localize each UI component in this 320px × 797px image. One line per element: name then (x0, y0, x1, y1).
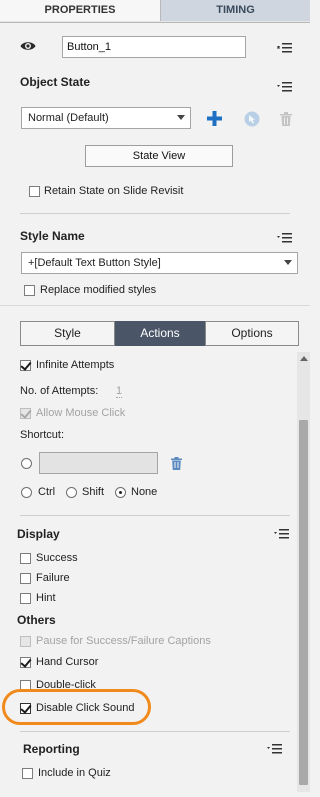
style-name-dropdown[interactable]: +[Default Text Button Style] (21, 252, 298, 274)
include-in-quiz-checkbox[interactable] (22, 768, 33, 779)
none-radio[interactable] (115, 487, 126, 498)
none-label: None (131, 486, 158, 498)
object-name-input[interactable]: Button_1 (62, 36, 246, 58)
style-name-value: +[Default Text Button Style] (28, 257, 161, 269)
hand-cursor-checkbox[interactable] (20, 657, 31, 668)
shift-label: Shift (82, 486, 105, 498)
shortcut-label: Shortcut: (20, 429, 65, 441)
retain-state-label: Retain State on Slide Revisit (44, 185, 184, 197)
segment-actions[interactable]: Actions (115, 321, 205, 346)
hand-cursor-label: Hand Cursor (36, 656, 99, 668)
failure-checkbox[interactable] (20, 573, 31, 584)
shift-radio[interactable] (66, 487, 77, 498)
pause-captions-checkbox (20, 636, 31, 647)
divider (0, 305, 310, 306)
add-state-icon[interactable] (207, 111, 222, 126)
menu-lines-icon[interactable] (277, 42, 293, 54)
replace-styles-label: Replace modified styles (40, 284, 157, 296)
allow-mouse-click-checkbox (20, 408, 31, 419)
style-name-title: Style Name (20, 229, 85, 243)
tab-properties[interactable]: PROPERTIES (0, 0, 161, 21)
others-title: Others (17, 613, 56, 627)
ctrl-label: Ctrl (38, 486, 56, 498)
success-label: Success (36, 552, 78, 564)
hint-checkbox[interactable] (20, 593, 31, 604)
shortcut-input[interactable] (39, 452, 158, 474)
infinite-attempts-checkbox[interactable] (20, 360, 31, 371)
display-title: Display (17, 527, 60, 541)
trash-icon[interactable] (280, 112, 292, 126)
menu-lines-icon[interactable] (267, 743, 283, 755)
chevron-down-icon (284, 260, 292, 265)
include-in-quiz-label: Include in Quiz (38, 767, 111, 779)
attempts-value[interactable]: 1 (116, 385, 123, 398)
state-view-button[interactable]: State View (85, 145, 233, 167)
failure-label: Failure (36, 572, 70, 584)
success-checkbox[interactable] (20, 553, 31, 564)
object-state-value: Normal (Default) (28, 112, 109, 124)
segment-style[interactable]: Style (20, 321, 115, 346)
infinite-attempts-label: Infinite Attempts (36, 359, 115, 371)
attempts-label: No. of Attempts: (20, 385, 99, 397)
edit-state-icon[interactable] (244, 111, 260, 127)
ctrl-radio[interactable] (21, 487, 32, 498)
object-state-dropdown[interactable]: Normal (Default) (21, 107, 191, 129)
trash-icon[interactable] (171, 457, 182, 470)
menu-lines-icon[interactable] (274, 528, 290, 540)
tab-timing[interactable]: TIMING (161, 0, 310, 21)
allow-mouse-click-label: Allow Mouse Click (36, 407, 126, 419)
highlight-callout (2, 689, 151, 725)
scroll-up-icon[interactable] (300, 356, 308, 361)
pause-captions-label: Pause for Success/Failure Captions (36, 635, 211, 647)
divider (20, 213, 290, 214)
segment-options[interactable]: Options (205, 321, 299, 346)
replace-styles-checkbox[interactable] (24, 285, 35, 296)
scrollbar-thumb[interactable] (299, 420, 308, 785)
retain-state-checkbox[interactable] (29, 186, 40, 197)
hint-label: Hint (36, 592, 56, 604)
divider (20, 515, 290, 516)
eye-icon[interactable] (20, 40, 36, 52)
reporting-title: Reporting (23, 742, 80, 756)
shortcut-radio[interactable] (21, 458, 32, 469)
divider (20, 731, 290, 732)
menu-lines-icon[interactable] (277, 232, 293, 244)
object-state-title: Object State (20, 75, 91, 89)
menu-lines-icon[interactable] (277, 81, 293, 93)
chevron-down-icon (177, 115, 185, 120)
